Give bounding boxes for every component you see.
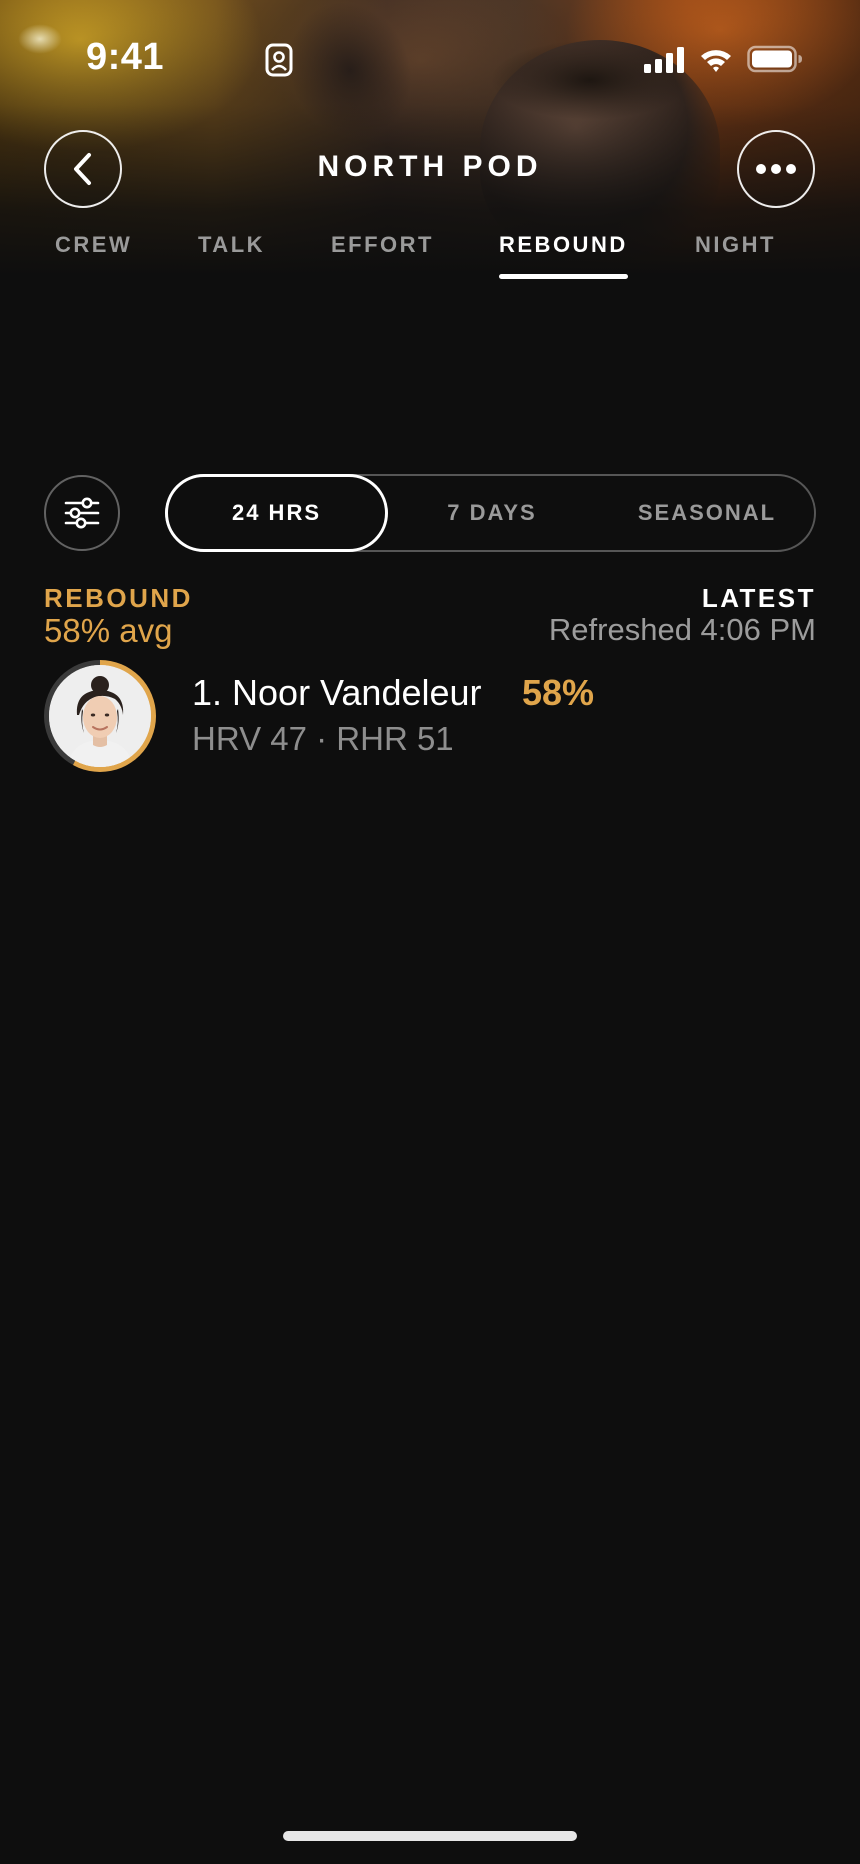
tab-crew[interactable]: CREW [55,232,132,284]
tab-rebound[interactable]: REBOUND [499,232,628,284]
sort-label[interactable]: LATEST [702,583,816,614]
tab-effort[interactable]: EFFORT [331,232,434,284]
tab-night[interactable]: NIGHT [695,232,776,284]
tab-label: NIGHT [695,232,776,257]
ellipsis-icon [756,164,796,174]
segment-7-days[interactable]: 7 DAYS [392,474,592,552]
page-title: NORTH POD [317,150,543,183]
tab-label: CREW [55,232,133,257]
tab-label: TALK [198,232,266,257]
metric-label: REBOUND [44,583,193,613]
tab-talk[interactable]: TALK [198,232,265,284]
wifi-icon [701,50,731,72]
status-bar: 9:41 [0,0,860,110]
active-tab-indicator [499,274,628,279]
filter-button[interactable] [44,475,120,551]
member-row[interactable]: 1. Noor Vandeleur 58% HRV 47 · RHR 51 [44,660,816,772]
member-stats: HRV 47 · RHR 51 [192,720,454,757]
time-range-selector: 24 HRS 7 DAYS SEASONAL [165,474,816,552]
score-ring [44,660,156,772]
metric-average: 58% avg [44,612,173,649]
refreshed-timestamp: Refreshed 4:06 PM [548,612,816,647]
home-indicator[interactable] [283,1831,577,1841]
segment-seasonal[interactable]: SEASONAL [597,474,817,552]
more-options-button[interactable] [737,130,815,208]
tab-label: EFFORT [331,232,434,257]
segment-label: 24 HRS [231,500,322,525]
segment-24-hrs[interactable]: 24 HRS [165,474,388,552]
segment-label: 7 DAYS [447,500,537,525]
tab-label: REBOUND [499,232,628,257]
member-score: 58% [522,672,595,713]
member-name: 1. Noor Vandeleur [192,672,482,713]
sliders-icon [64,497,100,529]
rebound-screen: 9:41 NORTH POD CREW TALK EFFORT REBOUND … [0,0,860,1864]
battery-icon [747,45,802,73]
tab-bar: CREW TALK EFFORT REBOUND NIGHT [0,232,860,284]
segment-label: SEASONAL [637,500,777,525]
avatar [49,665,151,767]
cellular-signal-icon [644,47,684,73]
contact-card-icon [265,43,293,77]
status-time: 9:41 [86,36,165,78]
